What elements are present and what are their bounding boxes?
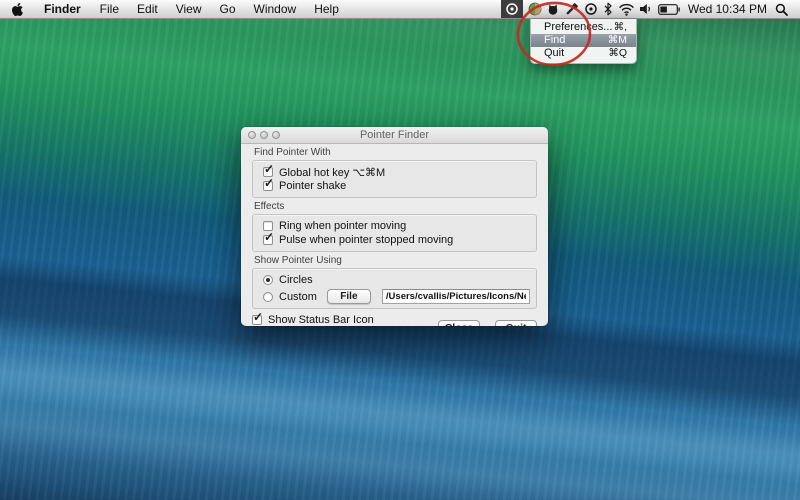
option-global-hot-key: ✓ Global hot key ⌥⌘M: [263, 165, 530, 179]
window-footer: ✓ Show Status Bar Icon Close Quit: [252, 309, 537, 326]
menu-item-label: Quit: [544, 47, 564, 60]
menubar-app-name[interactable]: Finder: [34, 0, 91, 18]
option-label: Global hot key ⌥⌘M: [279, 166, 385, 179]
pointer-shake-checkbox[interactable]: ✓: [263, 181, 273, 191]
option-label: Show Status Bar Icon: [268, 314, 374, 326]
menu-item-preferences[interactable]: Preferences... ⌘,: [531, 21, 636, 34]
footer-buttons: Close Quit: [438, 320, 537, 326]
group-label-effects: Effects: [254, 201, 537, 212]
check-icon: ✓: [264, 231, 274, 243]
window-titlebar[interactable]: Pointer Finder: [241, 127, 548, 144]
group-box-show-pointer-using: Circles Custom File: [252, 268, 537, 309]
menubar-item-window[interactable]: Window: [245, 0, 306, 18]
wifi-icon[interactable]: [618, 0, 635, 18]
menu-item-shortcut: ⌘M: [608, 34, 627, 47]
pulse-when-stopped-checkbox[interactable]: ✓: [263, 235, 273, 245]
option-label: Pointer shake: [279, 180, 346, 192]
apple-icon: [12, 3, 23, 16]
custom-icon-path-field[interactable]: [382, 289, 530, 304]
close-window-icon[interactable]: [248, 131, 256, 139]
check-icon: ✓: [253, 311, 263, 323]
menubar-item-edit[interactable]: Edit: [128, 0, 167, 18]
spotlight-icon[interactable]: [775, 0, 788, 18]
option-label: Pulse when pointer stopped moving: [279, 234, 453, 246]
menubar-item-view[interactable]: View: [167, 0, 211, 18]
option-label: Custom: [279, 291, 317, 303]
group-box-find-pointer-with: ✓ Global hot key ⌥⌘M ✓ Pointer shake: [252, 160, 537, 198]
zoom-window-icon[interactable]: [272, 131, 280, 139]
check-icon: ✓: [264, 177, 274, 189]
menu-item-shortcut: ⌘Q: [608, 47, 627, 60]
check-icon: ✓: [264, 163, 274, 175]
window-title: Pointer Finder: [360, 129, 429, 141]
menubar-item-go[interactable]: Go: [211, 0, 245, 18]
menubar-clock[interactable]: Wed 10:34 PM: [685, 2, 770, 16]
option-pointer-shake: ✓ Pointer shake: [263, 179, 530, 193]
menu-item-shortcut: ⌘,: [614, 21, 627, 34]
quit-button[interactable]: Quit: [495, 320, 537, 326]
menubar-item-file[interactable]: File: [91, 0, 128, 18]
bluetooth-icon[interactable]: [603, 0, 613, 18]
option-ring-when-moving: Ring when pointer moving: [263, 219, 530, 233]
battery-icon[interactable]: [658, 0, 680, 18]
globe-icon[interactable]: [528, 0, 542, 18]
menu-item-quit[interactable]: Quit ⌘Q: [531, 47, 636, 60]
desktop: Finder File Edit View Go Window Help: [0, 0, 800, 500]
group-box-effects: Ring when pointer moving ✓ Pulse when po…: [252, 214, 537, 252]
option-pulse-when-stopped: ✓ Pulse when pointer stopped moving: [263, 233, 530, 247]
group-label-show-pointer-using: Show Pointer Using: [254, 255, 537, 266]
option-circles: Circles: [263, 273, 530, 287]
group-label-find-pointer-with: Find Pointer With: [254, 147, 537, 158]
flashlight-icon[interactable]: [564, 0, 579, 18]
pointer-finder-window: Pointer Finder Find Pointer With ✓ Globa…: [241, 127, 548, 326]
show-status-bar-icon-checkbox[interactable]: ✓: [252, 315, 262, 325]
window-content: Find Pointer With ✓ Global hot key ⌥⌘M ✓…: [241, 147, 548, 326]
option-label: Circles: [279, 274, 313, 286]
file-button[interactable]: File: [327, 289, 371, 304]
menu-item-find[interactable]: Find ⌘M: [531, 34, 636, 47]
menu-item-label: Find: [544, 34, 565, 47]
circle-dot-icon[interactable]: [584, 0, 598, 18]
menubar-status-area: Wed 10:34 PM: [501, 0, 800, 18]
menubar: Finder File Edit View Go Window Help: [0, 0, 800, 19]
custom-radio[interactable]: [263, 292, 273, 302]
pointer-finder-status-icon[interactable]: [501, 0, 523, 18]
option-label: Ring when pointer moving: [279, 220, 406, 232]
status-menu: Preferences... ⌘, Find ⌘M Quit ⌘Q: [530, 19, 637, 64]
option-custom: Custom File: [263, 289, 530, 304]
minimize-window-icon[interactable]: [260, 131, 268, 139]
close-button[interactable]: Close: [438, 320, 480, 326]
circles-radio[interactable]: [263, 275, 273, 285]
window-controls: [248, 131, 280, 139]
apple-menu[interactable]: [0, 0, 34, 18]
menubar-item-help[interactable]: Help: [305, 0, 348, 18]
volume-icon[interactable]: [640, 0, 653, 18]
menu-item-label: Preferences...: [544, 21, 612, 34]
option-show-status-bar-icon: ✓ Show Status Bar Icon: [252, 313, 374, 326]
menubar-left: Finder File Edit View Go Window Help: [0, 0, 348, 18]
cat-icon[interactable]: [547, 0, 559, 18]
